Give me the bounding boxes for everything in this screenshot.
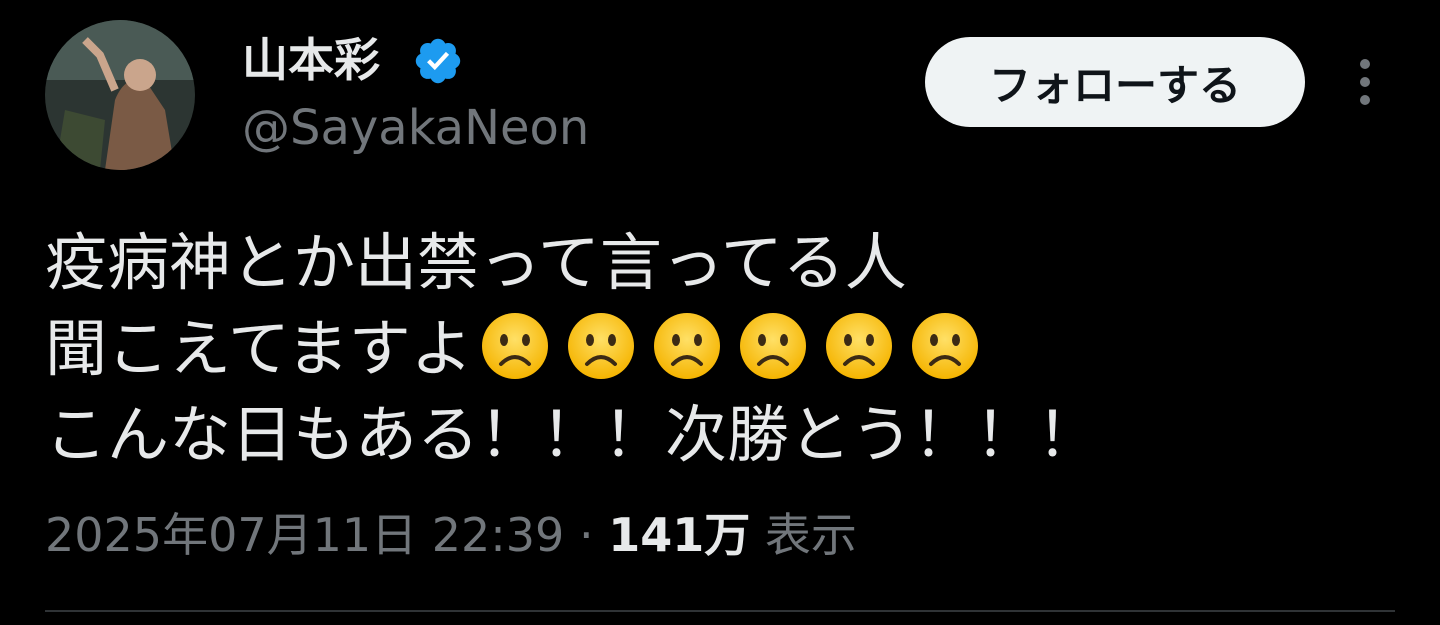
frowning-face-icon bbox=[825, 313, 892, 379]
frowning-face-icon bbox=[911, 313, 978, 379]
more-options-icon[interactable] bbox=[1345, 52, 1385, 112]
frowning-face-icon bbox=[567, 313, 634, 379]
author-handle[interactable]: @SayakaNeon bbox=[242, 98, 589, 158]
frowning-face-icon bbox=[739, 313, 806, 379]
tweet-meta: 2025年07月11日 22:39 · 141万 表示 bbox=[45, 500, 857, 570]
divider bbox=[45, 610, 1395, 612]
emoji-row bbox=[479, 310, 981, 382]
views-count: 141万 bbox=[608, 508, 751, 562]
views-label: 表示 bbox=[750, 508, 857, 562]
tweet-text: 疫病神とか出禁って言ってる人 聞こえてますよ こんな日もある！！！次勝とう！！！ bbox=[45, 220, 1405, 478]
tweet-datetime[interactable]: 2025年07月11日 22:39 bbox=[45, 508, 564, 562]
follow-button[interactable]: フォローする bbox=[925, 37, 1305, 127]
avatar[interactable] bbox=[45, 20, 195, 170]
tweet-line-2: 聞こえてますよ bbox=[45, 306, 1405, 392]
frowning-face-icon bbox=[481, 313, 548, 379]
tweet-line-3: こんな日もある！！！次勝とう！！！ bbox=[45, 398, 1100, 471]
tweet-line-2-text: 聞こえてますよ bbox=[45, 312, 473, 385]
author-display-name[interactable]: 山本彩 bbox=[242, 30, 380, 90]
meta-separator: · bbox=[564, 508, 609, 562]
verified-badge-icon bbox=[415, 38, 461, 84]
tweet-line-1: 疫病神とか出禁って言ってる人 bbox=[45, 226, 907, 299]
frowning-face-icon bbox=[653, 313, 720, 379]
